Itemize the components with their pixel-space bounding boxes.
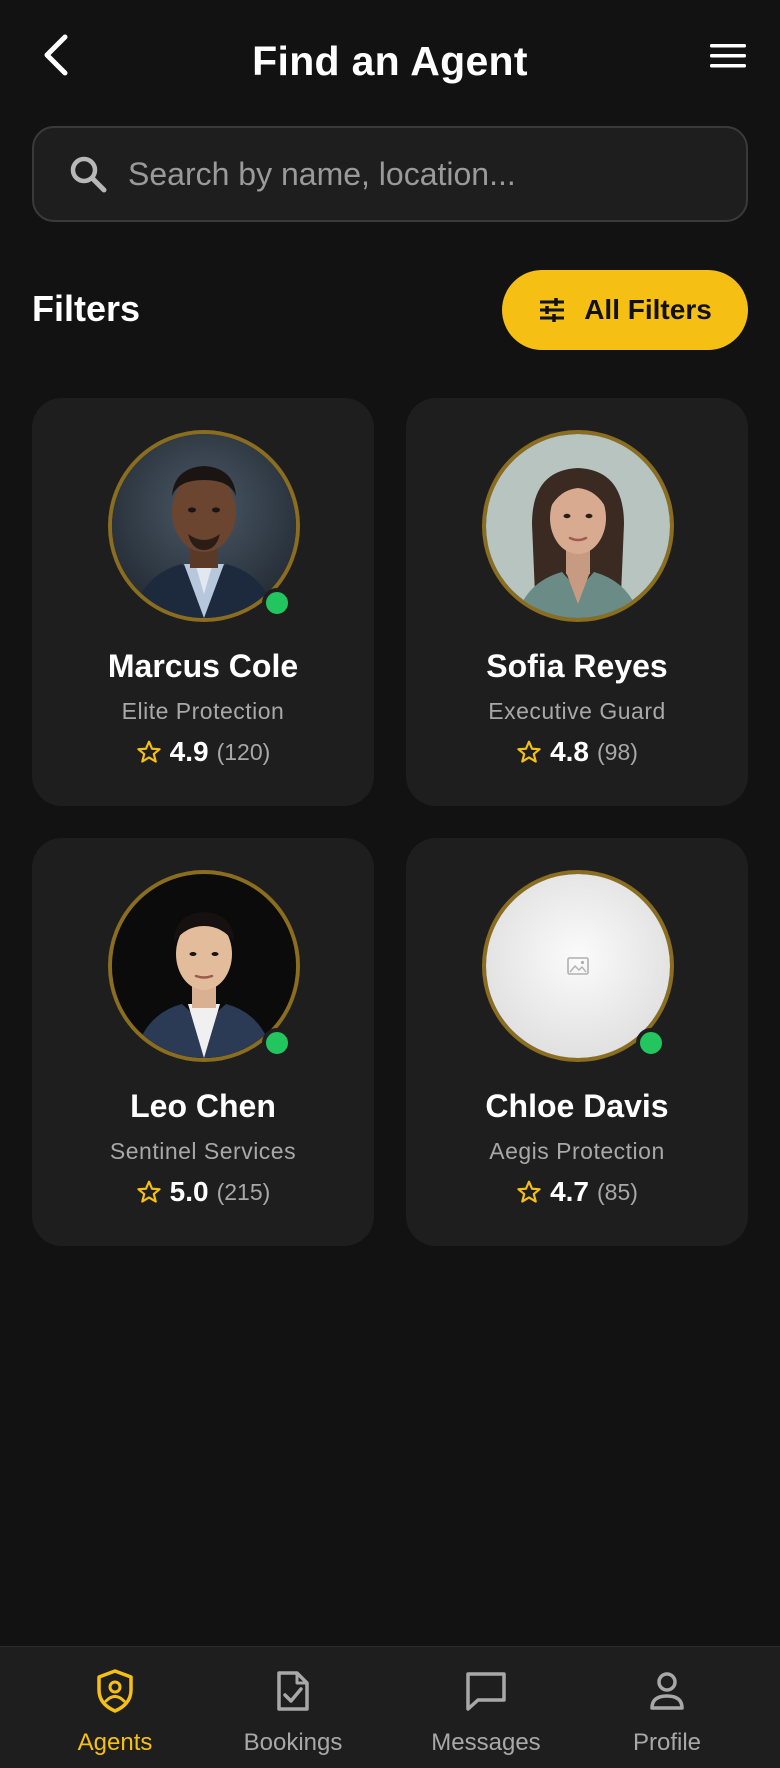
- hamburger-menu-icon: [710, 44, 746, 68]
- nav-label: Agents: [77, 1729, 153, 1756]
- app-header: Find an Agent: [0, 0, 780, 120]
- all-filters-label: All Filters: [584, 294, 712, 325]
- person-icon: [650, 1672, 684, 1710]
- avatar: [482, 430, 674, 622]
- online-status-dot: [262, 588, 292, 618]
- star-icon: [517, 1180, 541, 1203]
- menu-button[interactable]: [706, 36, 750, 76]
- online-status-dot: [262, 1028, 292, 1058]
- star-icon: [136, 1180, 161, 1203]
- nav-item-profile[interactable]: Profile: [577, 1667, 757, 1757]
- avatar-container: [482, 430, 674, 622]
- search-icon: [70, 156, 107, 193]
- agent-name: Marcus Cole: [107, 648, 299, 684]
- avatar-container: [108, 870, 300, 1062]
- agent-name: Leo Chen: [130, 1088, 276, 1124]
- nav-label: Bookings: [243, 1729, 343, 1756]
- rating-value: 5.0: [169, 1176, 209, 1207]
- agent-rating: 4.9 (120): [32, 736, 374, 768]
- agent-name: Sofia Reyes: [486, 648, 668, 684]
- nav-label: Messages: [431, 1729, 541, 1756]
- agent-rating: 4.7 (85): [406, 1176, 748, 1208]
- agent-name: Chloe Davis: [485, 1088, 669, 1124]
- all-filters-button[interactable]: All Filters: [502, 270, 748, 350]
- agent-company: Executive Guard: [488, 698, 666, 724]
- review-count: (120): [216, 738, 271, 765]
- agent-company: Sentinel Services: [109, 1138, 297, 1164]
- sliders-icon: [540, 298, 565, 322]
- agent-rating: 5.0 (215): [32, 1176, 374, 1208]
- search-input[interactable]: [128, 155, 688, 193]
- star-icon: [517, 740, 541, 763]
- rating-value: 4.9: [169, 736, 209, 767]
- chat-bubble-icon: [466, 1672, 506, 1711]
- agent-card-leo-chen[interactable]: Leo Chen Sentinel Services 5.0 (215): [32, 838, 374, 1246]
- review-count: (85): [597, 1178, 638, 1205]
- agent-card-chloe-davis[interactable]: Chloe Davis Aegis Protection 4.7 (85): [406, 838, 748, 1246]
- agent-card-sofia-reyes[interactable]: Sofia Reyes Executive Guard 4.8 (98): [406, 398, 748, 806]
- rating-value: 4.7: [550, 1176, 590, 1207]
- avatar-container: [108, 430, 300, 622]
- agent-company: Aegis Protection: [489, 1138, 665, 1164]
- bottom-nav: Agents Bookings Messages Profile: [0, 1646, 780, 1768]
- shield-user-icon: [97, 1669, 133, 1713]
- agent-rating: 4.8 (98): [406, 736, 748, 768]
- avatar-container: [482, 870, 674, 1062]
- document-check-icon: [277, 1671, 309, 1711]
- search-bar[interactable]: [32, 126, 748, 222]
- review-count: (215): [216, 1178, 271, 1205]
- review-count: (98): [597, 738, 638, 765]
- rating-value: 4.8: [550, 736, 590, 767]
- online-status-dot: [636, 1028, 666, 1058]
- portrait-woman-long-hair: [486, 434, 670, 618]
- filters-heading: Filters: [32, 288, 141, 329]
- page-title: Find an Agent: [252, 38, 528, 84]
- agent-company: Elite Protection: [121, 698, 285, 724]
- nav-label: Profile: [632, 1729, 702, 1756]
- nav-item-bookings[interactable]: Bookings: [203, 1667, 383, 1757]
- agent-card-marcus-cole[interactable]: Marcus Cole Elite Protection 4.9 (120): [32, 398, 374, 806]
- nav-item-agents[interactable]: Agents: [25, 1667, 205, 1757]
- nav-item-messages[interactable]: Messages: [396, 1667, 576, 1757]
- star-icon: [136, 740, 161, 763]
